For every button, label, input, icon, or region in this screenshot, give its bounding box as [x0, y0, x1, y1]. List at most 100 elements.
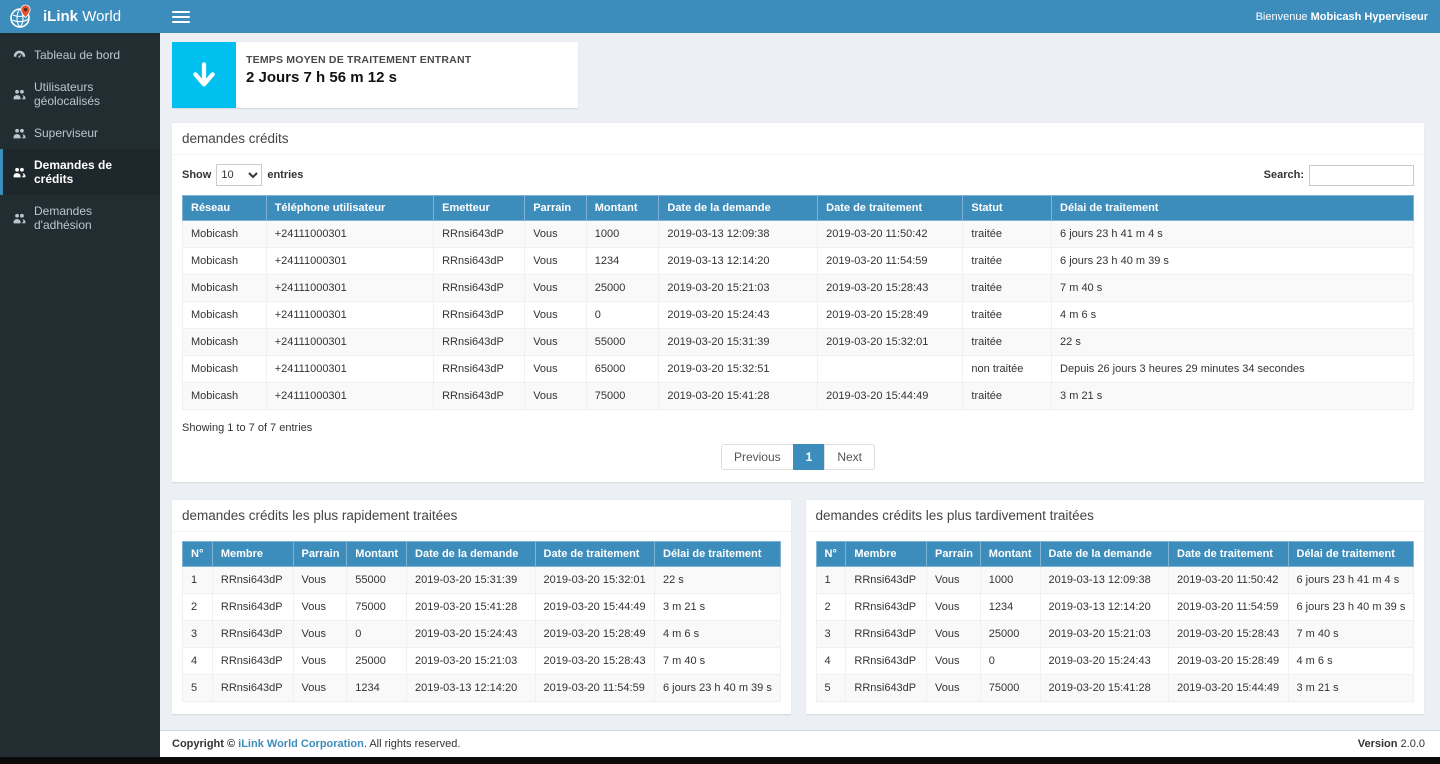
table-cell: 3 m 21 s	[1288, 675, 1414, 702]
table-cell: 1000	[980, 567, 1040, 594]
sidebar-item-superviseur[interactable]: Superviseur	[0, 117, 160, 149]
sidebar-item-label: Tableau de bord	[34, 48, 120, 62]
table-cell: 3 m 21 s	[1052, 383, 1414, 410]
table-cell: 4 m 6 s	[655, 621, 781, 648]
column-header: Membre	[212, 542, 293, 567]
table-cell: 2	[816, 594, 846, 621]
table-cell: 2019-03-20 11:54:59	[1169, 594, 1289, 621]
column-header[interactable]: Délai de traitement	[1052, 196, 1414, 221]
table-row: Mobicash+24111000301RRnsi643dPVous650002…	[183, 356, 1414, 383]
sidebar-item-label: Demandes de crédits	[34, 158, 152, 186]
brand-text: iLink World	[43, 8, 121, 25]
footer: Copyright © iLink World Corporation. All…	[160, 730, 1440, 757]
column-header: Membre	[846, 542, 927, 567]
sidebar-item-label: Utilisateurs géolocalisés	[34, 80, 152, 108]
pagination-next-button[interactable]: Next	[824, 444, 875, 470]
table-cell: 3 m 21 s	[655, 594, 781, 621]
sidebar-item-demandes-adhesion[interactable]: Demandes d'adhésion	[0, 195, 160, 241]
column-header: Délai de traitement	[1288, 542, 1414, 567]
slowest-panel-body: N°MembreParrainMontantDate de la demande…	[806, 532, 1425, 714]
welcome-user: Mobicash Hyperviseur	[1311, 11, 1428, 23]
table-cell: +24111000301	[266, 275, 433, 302]
table-cell: 5	[183, 675, 213, 702]
table-cell: Mobicash	[183, 302, 267, 329]
sidebar-item-demandes-de-credits[interactable]: Demandes de crédits	[0, 149, 160, 195]
table-cell: Vous	[927, 621, 981, 648]
table-cell: 2019-03-20 15:41:28	[659, 383, 818, 410]
version-label: Version	[1358, 738, 1398, 750]
column-header: Montant	[980, 542, 1040, 567]
table-cell: 55000	[586, 329, 659, 356]
column-header[interactable]: Date de traitement	[818, 196, 963, 221]
table-cell: Mobicash	[183, 356, 267, 383]
pagination-page-1-button[interactable]: 1	[793, 444, 826, 470]
table-cell: 2019-03-13 12:14:20	[407, 675, 535, 702]
table-cell: 6 jours 23 h 41 m 4 s	[1052, 221, 1414, 248]
column-header: Délai de traitement	[655, 542, 781, 567]
hamburger-icon[interactable]	[172, 11, 190, 23]
table-cell: +24111000301	[266, 221, 433, 248]
table-cell: RRnsi643dP	[434, 383, 525, 410]
column-header: Montant	[347, 542, 407, 567]
column-header[interactable]: Statut	[963, 196, 1052, 221]
table-row: 4RRnsi643dPVous250002019-03-20 15:21:032…	[183, 648, 781, 675]
search-input[interactable]	[1309, 165, 1414, 186]
sidebar-item-utilisateurs-geolocalises[interactable]: Utilisateurs géolocalisés	[0, 71, 160, 117]
table-cell: RRnsi643dP	[846, 621, 927, 648]
column-header[interactable]: Emetteur	[434, 196, 525, 221]
table-cell: Vous	[927, 648, 981, 675]
column-header[interactable]: Date de la demande	[659, 196, 818, 221]
company-link[interactable]: iLink World Corporation	[238, 738, 364, 750]
fastest-panel-title: demandes crédits les plus rapidement tra…	[172, 500, 791, 532]
column-header: Date de la demande	[1040, 542, 1168, 567]
table-cell: traitée	[963, 329, 1052, 356]
table-cell: 2019-03-20 15:24:43	[659, 302, 818, 329]
table-cell: traitée	[963, 302, 1052, 329]
table-cell: 2019-03-20 15:31:39	[659, 329, 818, 356]
column-header: N°	[183, 542, 213, 567]
table-cell: 2019-03-20 15:21:03	[1040, 621, 1168, 648]
column-header[interactable]: Réseau	[183, 196, 267, 221]
table-cell: RRnsi643dP	[434, 302, 525, 329]
globe-pin-logo-icon	[8, 4, 34, 30]
sidebar-item-tableau-de-bord[interactable]: Tableau de bord	[0, 39, 160, 71]
table-cell: RRnsi643dP	[434, 275, 525, 302]
version-value: 2.0.0	[1401, 738, 1425, 750]
column-header: Date de la demande	[407, 542, 535, 567]
stat-text: TEMPS MOYEN DE TRAITEMENT ENTRANT 2 Jour…	[236, 42, 471, 108]
brand[interactable]: iLink World	[0, 0, 160, 33]
main-content: TEMPS MOYEN DE TRAITEMENT ENTRANT 2 Jour…	[160, 33, 1440, 730]
table-cell: 2019-03-20 15:28:43	[1169, 621, 1289, 648]
table-cell: 2019-03-20 15:31:39	[407, 567, 535, 594]
pagination-previous-button[interactable]: Previous	[721, 444, 794, 470]
dashboard-icon	[13, 49, 26, 62]
table-cell: 55000	[347, 567, 407, 594]
table-cell: 2019-03-13 12:14:20	[659, 248, 818, 275]
table-cell: 25000	[980, 621, 1040, 648]
page-length-select[interactable]: 10	[216, 164, 262, 186]
table-cell: RRnsi643dP	[846, 567, 927, 594]
table-cell: 1	[816, 567, 846, 594]
table-cell: 22 s	[655, 567, 781, 594]
table-cell: Mobicash	[183, 329, 267, 356]
column-header[interactable]: Montant	[586, 196, 659, 221]
table-cell: traitée	[963, 248, 1052, 275]
table-cell: Mobicash	[183, 221, 267, 248]
column-header[interactable]: Téléphone utilisateur	[266, 196, 433, 221]
fastest-panel-body: N°MembreParrainMontantDate de la demande…	[172, 532, 791, 714]
sidebar-item-label: Superviseur	[34, 126, 98, 140]
table-cell: 2019-03-20 15:41:28	[407, 594, 535, 621]
table-cell: 1234	[586, 248, 659, 275]
table-cell: 25000	[586, 275, 659, 302]
table-row: Mobicash+24111000301RRnsi643dPVous02019-…	[183, 302, 1414, 329]
table-cell: 2019-03-20 15:32:01	[818, 329, 963, 356]
table-cell: traitée	[963, 275, 1052, 302]
table-row: 1RRnsi643dPVous550002019-03-20 15:31:392…	[183, 567, 781, 594]
topbar: Bienvenue Mobicash Hyperviseur	[160, 0, 1440, 33]
table-cell: 2019-03-20 15:41:28	[1040, 675, 1168, 702]
table-row: Mobicash+24111000301RRnsi643dPVous750002…	[183, 383, 1414, 410]
table-cell: 75000	[586, 383, 659, 410]
table-cell: RRnsi643dP	[846, 675, 927, 702]
table-cell: 65000	[586, 356, 659, 383]
column-header[interactable]: Parrain	[525, 196, 587, 221]
